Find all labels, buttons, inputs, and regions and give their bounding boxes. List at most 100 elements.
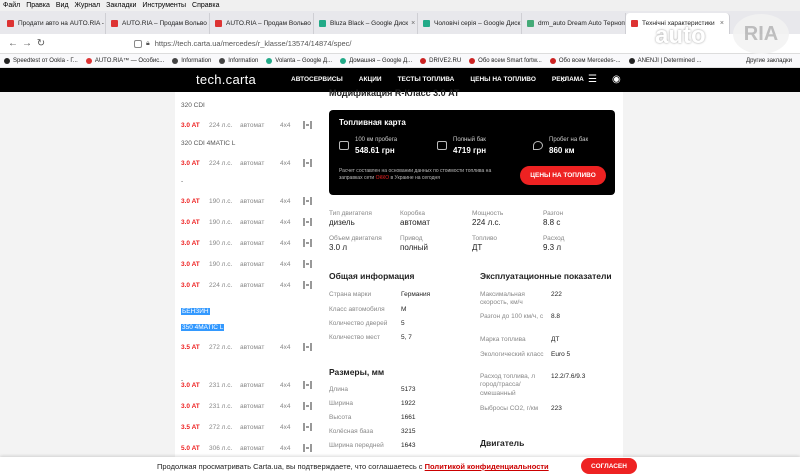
site-nav-item[interactable]: РЕКЛАМА: [552, 76, 584, 83]
okko-link[interactable]: ОККО: [376, 175, 390, 181]
bookmark-item[interactable]: Обо всем Mercedes-...: [549, 57, 621, 64]
browser-tab[interactable]: AUTO.RIA – Продам Вольво Х×: [106, 13, 210, 34]
spec-key: Топливо: [472, 235, 498, 242]
bookmark-item[interactable]: AUTO.RIA™ — Особис...: [85, 57, 164, 64]
browser-tab[interactable]: Bluza Black – Google Диск ×: [314, 13, 418, 34]
compare-icon[interactable]: [303, 444, 312, 452]
compare-icon[interactable]: [303, 121, 312, 129]
modification-row[interactable]: 3.0 AT 190 л.с. автомат 4x4: [181, 196, 321, 206]
site-nav-item[interactable]: АКЦИИ: [359, 76, 382, 83]
menu-item[interactable]: Закладки: [106, 2, 136, 9]
shield-icon[interactable]: [134, 39, 142, 48]
modification-row[interactable]: 3.0 AT 224 л.с. автомат 4x4: [181, 280, 321, 290]
address-input[interactable]: 🔒︎ https://tech.carta.ua/mercedes/r_klas…: [134, 36, 604, 51]
compare-icon[interactable]: [303, 402, 312, 410]
browser-tab[interactable]: Чоловічі серія – Google Диск×: [418, 13, 522, 34]
modification-row[interactable]: 3.0 AT 231 л.с. автомат 4x4: [181, 401, 321, 411]
compare-icon[interactable]: [303, 197, 312, 205]
cookie-accept-button[interactable]: СОГЛАСЕН: [581, 458, 637, 474]
fuel-item-value: 548.61 грн: [355, 146, 395, 155]
modification-row[interactable]: 3.0 AT 231 л.с. автомат 4x4: [181, 380, 321, 390]
compare-icon[interactable]: [303, 423, 312, 431]
close-icon[interactable]: ×: [408, 20, 415, 27]
modification-row[interactable]: 3.0 AT 190 л.с. автомат 4x4: [181, 259, 321, 269]
menu-item[interactable]: Файл: [3, 2, 20, 9]
bookmark-item[interactable]: Information: [219, 57, 258, 64]
browser-tab[interactable]: drm_auto Dream Auto Тернопі×: [522, 13, 626, 34]
compare-icon[interactable]: [303, 159, 312, 167]
drive-value: 4x4: [280, 444, 291, 452]
bookmark-item[interactable]: Обо всем Smart fortw...: [469, 57, 542, 64]
menu-item[interactable]: Вид: [56, 2, 69, 9]
spec-key: Мощность: [472, 210, 504, 217]
spec-value: 9.3 л: [543, 243, 562, 252]
spec-item: Объем двигателя 3.0 л: [329, 235, 382, 252]
cookie-message: Продолжая просматривать Carta.ua, вы под…: [157, 462, 425, 471]
compare-icon[interactable]: [303, 343, 312, 351]
compare-icon[interactable]: [303, 381, 312, 389]
bookmark-item[interactable]: ANENJI | Determined ...: [628, 57, 701, 64]
lock-icon[interactable]: 🔒︎: [146, 40, 150, 48]
menu-item[interactable]: Инструменты: [142, 2, 186, 9]
transmission-value: автомат: [240, 444, 265, 452]
modification-row[interactable]: 3.0 AT 190 л.с. автомат 4x4: [181, 238, 321, 248]
engine-link[interactable]: 5.0 AT: [181, 445, 209, 452]
forward-icon[interactable]: →: [20, 38, 34, 49]
site-logo[interactable]: tech.carta: [196, 72, 256, 87]
engine-link[interactable]: 3.0 AT: [181, 198, 209, 205]
info-value: 3215: [401, 428, 416, 435]
engine-link[interactable]: 3.0 AT: [181, 219, 209, 226]
bookmark-item[interactable]: Volanta – Google Д...: [266, 57, 332, 64]
bookmark-item[interactable]: Speedtest от Ookla - Г...: [4, 57, 78, 64]
modification-row[interactable]: 3.5 AT 272 л.с. автомат 4x4: [181, 422, 321, 432]
user-icon[interactable]: ◉: [612, 74, 621, 85]
reload-icon[interactable]: ↻: [34, 38, 48, 49]
browser-tab[interactable]: Продати авто на AUTO.RIA - с×: [2, 13, 106, 34]
site-nav-item[interactable]: АВТОСЕРВИСЫ: [291, 76, 343, 83]
site-nav-item[interactable]: ЦЕНЫ НА ТОПЛИВО: [470, 76, 536, 83]
engine-link[interactable]: 3.0 AT: [181, 282, 209, 289]
info-key: Количество дверей: [329, 320, 388, 327]
engine-link[interactable]: 3.0 AT: [181, 382, 209, 389]
bookmark-item[interactable]: Information: [172, 57, 211, 64]
engine-link[interactable]: 3.0 AT: [181, 403, 209, 410]
menu-icon[interactable]: ☰: [588, 74, 597, 85]
bookmark-label: Обо всем Mercedes-...: [558, 57, 621, 64]
spec-value: 8.8 с: [543, 218, 561, 227]
bookmark-label: Speedtest от Ookla - Г...: [13, 57, 78, 64]
modification-row[interactable]: 3.0 AT 190 л.с. автомат 4x4: [181, 217, 321, 227]
engine-link[interactable]: 3.0 AT: [181, 261, 209, 268]
privacy-policy-link[interactable]: Политикой конфиденциальности: [425, 462, 549, 471]
engine-link[interactable]: 3.5 AT: [181, 424, 209, 431]
site-nav-item[interactable]: ТЕСТЫ ТОПЛИВА: [398, 76, 455, 83]
search-icon[interactable]: ⌕: [562, 74, 568, 85]
compare-icon[interactable]: [303, 218, 312, 226]
info-key: Расход топлива, л город/трасса/смешанный: [480, 373, 536, 397]
info-key: Максимальная скорость, км/ч: [480, 291, 525, 307]
menu-item[interactable]: Журнал: [75, 2, 101, 9]
modification-row[interactable]: 3.0 AT 224 л.с. автомат 4x4: [181, 120, 321, 130]
modification-row[interactable]: 5.0 AT 306 л.с. автомат 4x4: [181, 443, 321, 453]
bookmark-item[interactable]: DRIVE2.RU: [420, 57, 461, 64]
engine-link[interactable]: 3.0 AT: [181, 240, 209, 247]
tab-title: Bluza Black – Google Диск: [330, 20, 409, 27]
compare-icon[interactable]: [303, 260, 312, 268]
engine-link[interactable]: 3.0 AT: [181, 122, 209, 129]
compare-icon[interactable]: [303, 281, 312, 289]
other-bookmarks[interactable]: Другие закладки: [746, 58, 792, 64]
fuel-prices-button[interactable]: ЦЕНЫ НА ТОПЛИВО: [520, 166, 606, 185]
bookmark-item[interactable]: Домашня – Google Д...: [340, 57, 412, 64]
engine-link[interactable]: 3.0 AT: [181, 160, 209, 167]
browser-tab[interactable]: AUTO.RIA – Продам Вольво Х×: [210, 13, 314, 34]
modification-row[interactable]: 3.0 AT 224 л.с. автомат 4x4: [181, 158, 321, 168]
note-text-end: в Украине на сегодня: [389, 175, 440, 182]
address-text: https://tech.carta.ua/mercedes/r_klasse/…: [154, 39, 352, 48]
compare-icon[interactable]: [303, 239, 312, 247]
info-value: 5, 7: [401, 334, 412, 341]
engine-link[interactable]: 3.5 AT: [181, 344, 209, 351]
modification-row[interactable]: 3.5 AT 272 л.с. автомат 4x4: [181, 342, 321, 352]
info-key: Экологический класс: [480, 351, 544, 358]
menu-item[interactable]: Правка: [26, 2, 50, 9]
menu-item[interactable]: Справка: [192, 2, 219, 9]
back-icon[interactable]: ←: [6, 38, 20, 49]
